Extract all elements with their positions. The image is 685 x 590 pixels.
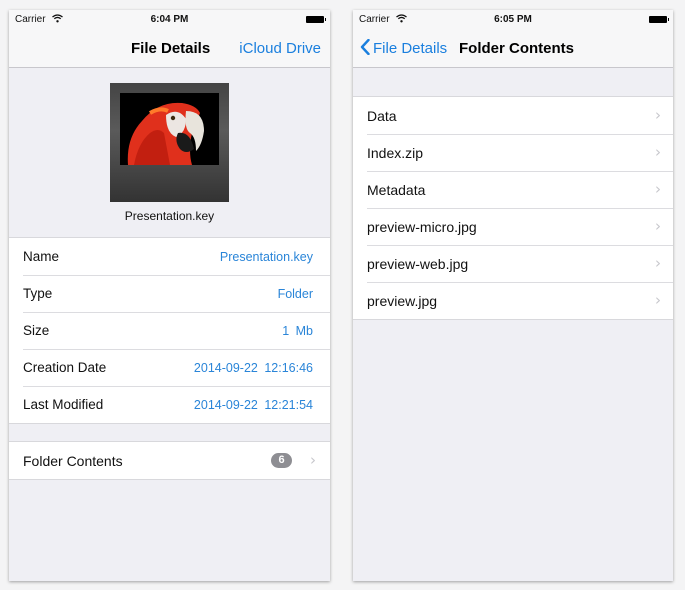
navigation-bar: Carrier 6:05 PM File Details Folder Cont… bbox=[353, 10, 673, 68]
item-name: preview-micro.jpg bbox=[367, 219, 477, 235]
list-item[interactable]: preview.jpg › bbox=[353, 282, 673, 319]
list-item[interactable]: preview-web.jpg › bbox=[353, 245, 673, 282]
detail-label: Name bbox=[23, 249, 60, 264]
detail-row-type: Type Folder bbox=[9, 275, 330, 312]
item-name: Index.zip bbox=[367, 145, 424, 161]
item-name: Metadata bbox=[367, 182, 426, 198]
back-button-label: File Details bbox=[373, 40, 448, 57]
detail-row-last-modified: Last Modified 2014-09-22 12:21:54 bbox=[9, 386, 330, 423]
file-preview-thumbnail[interactable] bbox=[110, 83, 229, 202]
item-name: preview.jpg bbox=[367, 293, 438, 309]
chevron-left-icon bbox=[360, 38, 370, 59]
detail-value: 2014-09-22 12:16:46 bbox=[193, 361, 313, 375]
battery-icon bbox=[306, 16, 326, 23]
list-item[interactable]: Data › bbox=[353, 97, 673, 134]
file-name-caption: Presentation.key bbox=[124, 209, 215, 223]
detail-value: Folder bbox=[277, 287, 313, 301]
folder-contents-screen: Carrier 6:05 PM File Details Folder Cont… bbox=[353, 10, 673, 581]
status-bar: Carrier 6:05 PM bbox=[353, 14, 673, 28]
detail-value: 2014-09-22 12:21:54 bbox=[193, 398, 313, 412]
chevron-right-icon: › bbox=[655, 106, 661, 124]
chevron-right-icon: › bbox=[655, 143, 661, 161]
folder-contents-label: Folder Contents bbox=[23, 453, 123, 469]
detail-label: Size bbox=[23, 323, 50, 338]
detail-row-size: Size 1 Mb bbox=[9, 312, 330, 349]
navigation-bar: Carrier 6:04 PM File Details iCloud Driv… bbox=[9, 10, 330, 68]
folder-contents-row[interactable]: Folder Contents 6 › bbox=[9, 442, 330, 479]
detail-label: Creation Date bbox=[23, 360, 107, 375]
file-details-list: Name Presentation.key Type Folder Size 1… bbox=[9, 237, 330, 424]
list-item[interactable]: preview-micro.jpg › bbox=[353, 208, 673, 245]
chevron-right-icon: › bbox=[655, 254, 661, 272]
chevron-right-icon: › bbox=[310, 451, 316, 469]
detail-label: Type bbox=[23, 286, 53, 301]
chevron-right-icon: › bbox=[655, 180, 661, 198]
file-details-screen: Carrier 6:04 PM File Details iCloud Driv… bbox=[9, 10, 330, 581]
chevron-right-icon: › bbox=[655, 217, 661, 235]
folder-items-list: Data › Index.zip › Metadata › preview-mi… bbox=[353, 96, 673, 320]
chevron-right-icon: › bbox=[655, 291, 661, 309]
back-button[interactable]: File Details bbox=[360, 38, 448, 59]
page-title: Folder Contents bbox=[459, 40, 574, 57]
page-title: File Details bbox=[131, 40, 211, 57]
status-bar: Carrier 6:04 PM bbox=[9, 14, 330, 28]
item-name: preview-web.jpg bbox=[367, 256, 469, 272]
status-time: 6:05 PM bbox=[494, 14, 532, 25]
battery-icon bbox=[649, 16, 669, 23]
status-time: 6:04 PM bbox=[150, 14, 189, 25]
list-item[interactable]: Index.zip › bbox=[353, 134, 673, 171]
detail-label: Last Modified bbox=[23, 397, 104, 412]
icloud-drive-button[interactable]: iCloud Drive bbox=[239, 40, 321, 57]
detail-row-creation-date: Creation Date 2014-09-22 12:16:46 bbox=[9, 349, 330, 386]
detail-value: 1 Mb bbox=[282, 324, 313, 338]
folder-contents-group: Folder Contents 6 › bbox=[9, 441, 330, 480]
item-count-badge: 6 bbox=[271, 453, 292, 468]
detail-value: Presentation.key bbox=[219, 250, 313, 264]
detail-row-name: Name Presentation.key bbox=[9, 238, 330, 275]
item-name: Data bbox=[367, 108, 397, 124]
list-item[interactable]: Metadata › bbox=[353, 171, 673, 208]
parrot-photo bbox=[120, 93, 219, 165]
